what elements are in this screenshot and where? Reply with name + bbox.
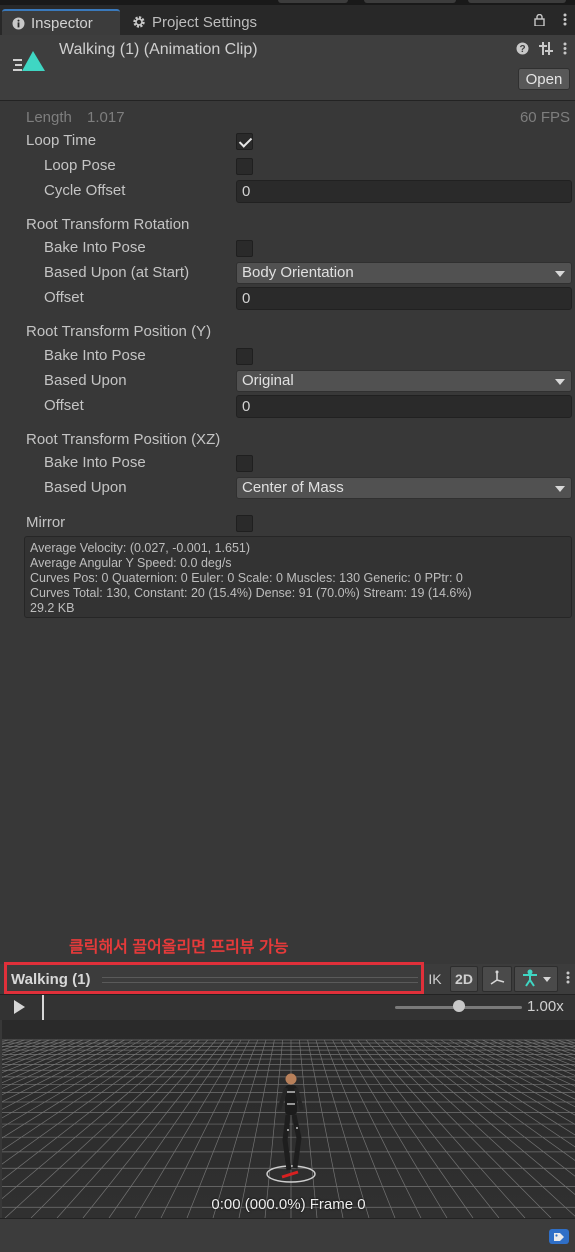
root-rotation-bake-checkbox[interactable] bbox=[236, 240, 253, 257]
root-position-xz-based-row: Based Upon Center of Mass bbox=[0, 477, 575, 501]
tab-inspector[interactable]: Inspector bbox=[2, 9, 120, 35]
root-rotation-heading: Root Transform Rotation bbox=[26, 216, 190, 233]
open-button[interactable]: Open bbox=[518, 68, 570, 90]
dropdown-arrow-icon bbox=[555, 271, 565, 277]
stats-line: Curves Pos: 0 Quaternion: 0 Euler: 0 Sca… bbox=[30, 571, 463, 585]
more-options-icon[interactable] bbox=[563, 42, 567, 59]
floor-grid bbox=[2, 1020, 575, 1218]
tab-label: Project Settings bbox=[152, 13, 258, 31]
tab-label: Inspector bbox=[31, 14, 93, 32]
stats-line: Average Velocity: (0.027, -0.001, 1.651) bbox=[30, 541, 251, 555]
bake-into-pose-label: Bake Into Pose bbox=[44, 239, 146, 256]
mirror-checkbox[interactable] bbox=[236, 515, 253, 532]
2d-toggle[interactable]: 2D bbox=[450, 966, 478, 992]
annotation-highlight-box bbox=[4, 962, 424, 994]
help-icon[interactable]: ? bbox=[516, 42, 529, 59]
cycle-offset-field[interactable]: 0 bbox=[236, 180, 572, 203]
animation-clip-icon bbox=[13, 47, 47, 75]
avatar-icon bbox=[521, 969, 539, 990]
root-rotation-bake-row: Bake Into Pose bbox=[0, 237, 575, 261]
stats-line: Curves Total: 130, Constant: 20 (15.4%) … bbox=[30, 586, 472, 600]
inspector-header: Walking (1) (Animation Clip) ? Open bbox=[0, 35, 575, 101]
toolbar-fragment bbox=[468, 0, 566, 3]
root-rotation-based-row: Based Upon (at Start) Body Orientation bbox=[0, 262, 575, 286]
root-position-y-offset-field[interactable]: 0 bbox=[236, 395, 572, 418]
bake-into-pose-label: Bake Into Pose bbox=[44, 454, 146, 471]
gear-icon bbox=[132, 15, 146, 29]
dropdown-value: Center of Mass bbox=[242, 479, 344, 496]
toolbar-fragment bbox=[364, 0, 456, 3]
length-label: Length bbox=[26, 109, 72, 126]
root-rotation-offset-field[interactable]: 0 bbox=[236, 287, 572, 310]
more-options-icon[interactable] bbox=[563, 13, 567, 29]
annotation-text: 클릭해서 끌어올리면 프리뷰 가능 bbox=[69, 939, 289, 956]
dropdown-value: Original bbox=[242, 372, 294, 389]
root-position-xz-based-dropdown[interactable]: Center of Mass bbox=[236, 477, 572, 499]
frame-indicator: 0:00 (000.0%) Frame 0 bbox=[211, 1196, 366, 1213]
root-position-y-heading-row: Root Transform Position (Y) bbox=[0, 321, 575, 345]
tab-project-settings[interactable]: Project Settings bbox=[122, 9, 267, 35]
loop-pose-label: Loop Pose bbox=[44, 157, 116, 174]
preview-playbar: 1.00x bbox=[0, 994, 575, 1021]
clip-stats-box: Average Velocity: (0.027, -0.001, 1.651)… bbox=[24, 536, 572, 618]
pivot-toggle[interactable] bbox=[482, 966, 512, 992]
info-icon bbox=[12, 17, 25, 30]
lock-icon[interactable] bbox=[534, 13, 545, 29]
svg-text:?: ? bbox=[519, 44, 525, 55]
based-upon-label: Based Upon (at Start) bbox=[44, 264, 190, 281]
preview-viewport[interactable]: 0:00 (000.0%) Frame 0 bbox=[2, 1020, 575, 1218]
loop-pose-row: Loop Pose bbox=[0, 155, 575, 179]
root-rotation-heading-row: Root Transform Rotation bbox=[0, 214, 575, 238]
root-rotation-based-dropdown[interactable]: Body Orientation bbox=[236, 262, 572, 284]
timeline-cursor[interactable] bbox=[42, 995, 44, 1021]
ik-toggle[interactable]: IK bbox=[426, 966, 444, 992]
pivot-icon bbox=[488, 970, 506, 989]
asset-labels-bar bbox=[0, 1218, 575, 1252]
speed-value: 1.00x bbox=[527, 998, 564, 1015]
length-value: 1.017 bbox=[87, 109, 125, 126]
more-options-icon bbox=[566, 971, 570, 987]
offset-label: Offset bbox=[44, 397, 84, 414]
loop-time-row: Loop Time bbox=[0, 130, 575, 154]
stats-line: 29.2 KB bbox=[30, 601, 75, 615]
root-position-y-based-row: Based Upon Original bbox=[0, 370, 575, 394]
root-position-xz-bake-row: Bake Into Pose bbox=[0, 452, 575, 476]
bake-into-pose-label: Bake Into Pose bbox=[44, 347, 146, 364]
stats-line: Average Angular Y Speed: 0.0 deg/s bbox=[30, 556, 232, 570]
cycle-offset-row: Cycle Offset 0 bbox=[0, 180, 575, 204]
root-position-y-offset-row: Offset 0 bbox=[0, 395, 575, 419]
based-upon-label: Based Upon bbox=[44, 479, 127, 496]
preview-more-options[interactable] bbox=[562, 966, 574, 992]
mirror-row: Mirror bbox=[0, 512, 575, 536]
cycle-offset-label: Cycle Offset bbox=[44, 182, 126, 199]
root-position-xz-heading-row: Root Transform Position (XZ) bbox=[0, 429, 575, 453]
tag-icon[interactable] bbox=[548, 1226, 570, 1246]
dropdown-value: Body Orientation bbox=[242, 264, 354, 281]
dropdown-arrow-icon bbox=[555, 486, 565, 492]
chevron-down-icon bbox=[543, 976, 551, 982]
root-position-xz-bake-checkbox[interactable] bbox=[236, 455, 253, 472]
root-position-y-bake-row: Bake Into Pose bbox=[0, 345, 575, 369]
based-upon-label: Based Upon bbox=[44, 372, 127, 389]
loop-time-label: Loop Time bbox=[26, 132, 97, 149]
toolbar-fragment bbox=[278, 0, 348, 3]
tab-bar: Inspector Project Settings bbox=[0, 5, 575, 35]
loop-pose-checkbox[interactable] bbox=[236, 158, 253, 175]
root-position-xz-heading: Root Transform Position (XZ) bbox=[26, 431, 221, 448]
fps-value: 60 FPS bbox=[519, 109, 570, 126]
root-position-y-bake-checkbox[interactable] bbox=[236, 348, 253, 365]
root-position-y-heading: Root Transform Position (Y) bbox=[26, 323, 212, 340]
mirror-label: Mirror bbox=[26, 514, 66, 531]
avatar-dropdown[interactable] bbox=[514, 966, 558, 992]
dropdown-arrow-icon bbox=[555, 379, 565, 385]
root-rotation-offset-row: Offset 0 bbox=[0, 287, 575, 311]
preset-icon[interactable] bbox=[539, 42, 553, 59]
loop-time-checkbox[interactable] bbox=[236, 133, 253, 150]
length-row: Length 1.017 60 FPS bbox=[0, 107, 575, 131]
speed-slider-knob[interactable] bbox=[452, 1000, 465, 1012]
offset-label: Offset bbox=[44, 289, 84, 306]
root-position-y-based-dropdown[interactable]: Original bbox=[236, 370, 572, 392]
clip-title: Walking (1) (Animation Clip) bbox=[59, 41, 258, 58]
play-icon[interactable] bbox=[14, 1000, 25, 1014]
